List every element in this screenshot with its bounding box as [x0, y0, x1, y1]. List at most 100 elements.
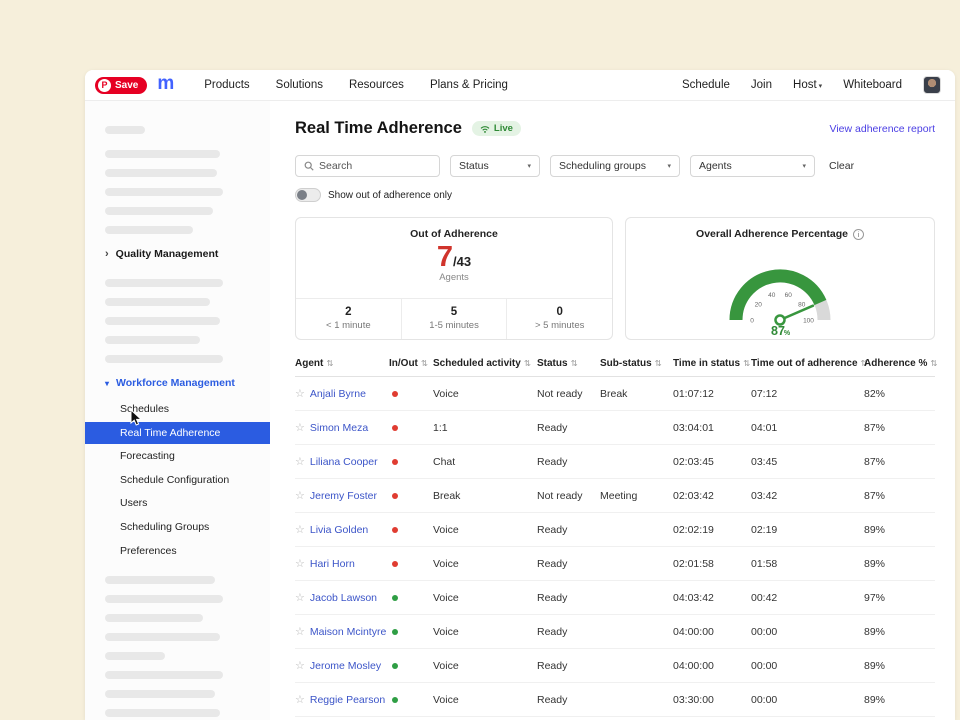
table-row: ☆Jerome MosleyVoiceReady04:00:0000:0089%	[295, 649, 935, 683]
agent-name-link[interactable]: Livia Golden	[310, 524, 368, 536]
cell-time-in-status: 04:00:00	[673, 615, 751, 649]
table-row: ☆Jeremy FosterBreakNot readyMeeting02:03…	[295, 479, 935, 513]
column-header-sub-status[interactable]: Sub-status⇅	[600, 358, 673, 377]
show-out-of-adherence-toggle[interactable]	[295, 188, 321, 202]
agent-name-link[interactable]: Jeremy Foster	[310, 490, 377, 502]
sort-icon: ⇅	[930, 358, 937, 368]
agent-name-link[interactable]: Anjali Byrne	[310, 388, 366, 400]
cell-status: Not ready	[537, 479, 600, 513]
cell-time-in-status: 01:07:12	[673, 377, 751, 411]
count-total: /43	[453, 254, 471, 269]
cell-inout	[389, 615, 433, 649]
cell-scheduled-activity: Voice	[433, 513, 537, 547]
cell-status: Ready	[537, 649, 600, 683]
column-header-time-out-of-adherence[interactable]: Time out of adherence⇅	[751, 358, 864, 377]
brand-logo[interactable]: m	[157, 73, 174, 95]
cell-time-in-status: 02:01:58	[673, 547, 751, 581]
skeleton-bar	[105, 317, 220, 325]
cell-agent: ☆ Anjali Byrne	[295, 377, 389, 411]
cell-time-out-of-adherence: 03:45	[751, 445, 864, 479]
nav-item-whiteboard[interactable]: Whiteboard	[843, 79, 902, 91]
table-row: ☆Jacob LawsonVoiceReady04:03:4200:4297%	[295, 581, 935, 615]
column-header-agent[interactable]: Agent⇅	[295, 358, 389, 377]
nav-item-resources[interactable]: Resources	[349, 79, 404, 91]
nav-item-plans-pricing[interactable]: Plans & Pricing	[430, 79, 508, 91]
info-icon[interactable]: i	[853, 229, 864, 240]
cell-status: Ready	[537, 581, 600, 615]
view-adherence-report-link[interactable]: View adherence report	[830, 123, 935, 135]
cell-sub-status: Meeting	[600, 479, 673, 513]
agents-dropdown[interactable]: Agents ▾	[690, 155, 815, 177]
pinterest-save-button[interactable]: P Save	[95, 77, 147, 94]
cell-agent: ☆ Simon Meza	[295, 411, 389, 445]
star-icon[interactable]: ☆	[295, 388, 305, 400]
sidebar-item-users[interactable]: Users	[85, 492, 270, 515]
cell-agent: ☆ Jerome Mosley	[295, 649, 389, 683]
sidebar-item-preferences[interactable]: Preferences	[85, 540, 270, 563]
filter-bar: Search Status ▾ Scheduling groups ▾ Agen…	[295, 155, 935, 177]
star-icon[interactable]: ☆	[295, 490, 305, 502]
search-placeholder: Search	[319, 160, 352, 172]
column-header-status[interactable]: Status⇅	[537, 358, 600, 377]
cell-time-in-status: 03:30:00	[673, 683, 751, 717]
breakdown-cell: 0 > 5 minutes	[506, 299, 612, 339]
status-dropdown[interactable]: Status ▾	[450, 155, 540, 177]
agent-name-link[interactable]: Jacob Lawson	[310, 592, 377, 604]
column-header-adherence[interactable]: Adherence %⇅	[864, 358, 935, 377]
cell-time-out-of-adherence: 04:01	[751, 411, 864, 445]
gauge-tick: 0	[750, 318, 754, 325]
search-input[interactable]: Search	[295, 155, 440, 177]
star-icon[interactable]: ☆	[295, 524, 305, 536]
avatar[interactable]	[923, 76, 941, 94]
sidebar-item-scheduling-groups[interactable]: Scheduling Groups	[85, 516, 270, 539]
skeleton-bar	[105, 709, 220, 717]
agent-name-link[interactable]: Simon Meza	[310, 422, 368, 434]
star-icon[interactable]: ☆	[295, 422, 305, 434]
column-header-time-in-status[interactable]: Time in status⇅	[673, 358, 751, 377]
agent-name-link[interactable]: Jerome Mosley	[310, 660, 381, 672]
agent-name-link[interactable]: Reggie Pearson	[310, 694, 385, 706]
star-icon[interactable]: ☆	[295, 456, 305, 468]
skeleton-bar	[105, 652, 165, 660]
table-row: ☆Anjali ByrneVoiceNot readyBreak01:07:12…	[295, 377, 935, 411]
summary-cards: Out of Adherence 7/43 Agents 2 < 1 minut…	[295, 217, 935, 340]
nav-item-join[interactable]: Join	[751, 79, 772, 91]
star-icon[interactable]: ☆	[295, 626, 305, 638]
star-icon[interactable]: ☆	[295, 694, 305, 706]
star-icon[interactable]: ☆	[295, 592, 305, 604]
sidebar-item-forecasting[interactable]: Forecasting	[85, 445, 270, 468]
sidebar-item-workforce-management[interactable]: ▾ Workforce Management	[85, 369, 270, 397]
cell-inout	[389, 377, 433, 411]
agent-name-link[interactable]: Liliana Cooper	[310, 456, 378, 468]
cell-adherence: 82%	[864, 377, 935, 411]
cell-sub-status	[600, 445, 673, 479]
pinterest-save-label: Save	[115, 80, 138, 91]
cell-sub-status	[600, 615, 673, 649]
out-of-adherence-count: 7/43	[296, 241, 612, 274]
cell-adherence: 89%	[864, 547, 935, 581]
sidebar-item-quality-management[interactable]: › Quality Management	[85, 240, 270, 268]
skeleton-bar	[105, 690, 215, 698]
star-icon[interactable]: ☆	[295, 558, 305, 570]
nav-item-solutions[interactable]: Solutions	[276, 79, 323, 91]
agent-name-link[interactable]: Maison Mcintyre	[310, 626, 386, 638]
scheduling-groups-dropdown[interactable]: Scheduling groups ▾	[550, 155, 680, 177]
cell-agent: ☆ Reggie Pearson	[295, 683, 389, 717]
sidebar-item-real-time-adherence[interactable]: Real Time Adherence	[85, 422, 270, 445]
column-header-scheduled-activity[interactable]: Scheduled activity⇅	[433, 358, 537, 377]
agent-name-link[interactable]: Hari Horn	[310, 558, 355, 570]
clear-filters-button[interactable]: Clear	[829, 160, 854, 172]
nav-item-host[interactable]: Host▾	[793, 79, 822, 91]
cell-time-out-of-adherence: 00:00	[751, 649, 864, 683]
top-navbar: P Save m Products Solutions Resources Pl…	[85, 70, 955, 101]
nav-item-schedule[interactable]: Schedule	[682, 79, 730, 91]
inout-status-dot	[392, 459, 398, 465]
sidebar-item-schedule-configuration[interactable]: Schedule Configuration	[85, 469, 270, 492]
sidebar-item-schedules[interactable]: Schedules	[85, 398, 270, 421]
column-header-inout[interactable]: In/Out⇅	[389, 358, 433, 377]
cell-inout	[389, 513, 433, 547]
sort-icon: ⇅	[421, 358, 428, 368]
nav-item-products[interactable]: Products	[204, 79, 249, 91]
star-icon[interactable]: ☆	[295, 660, 305, 672]
sort-icon: ⇅	[326, 358, 333, 368]
